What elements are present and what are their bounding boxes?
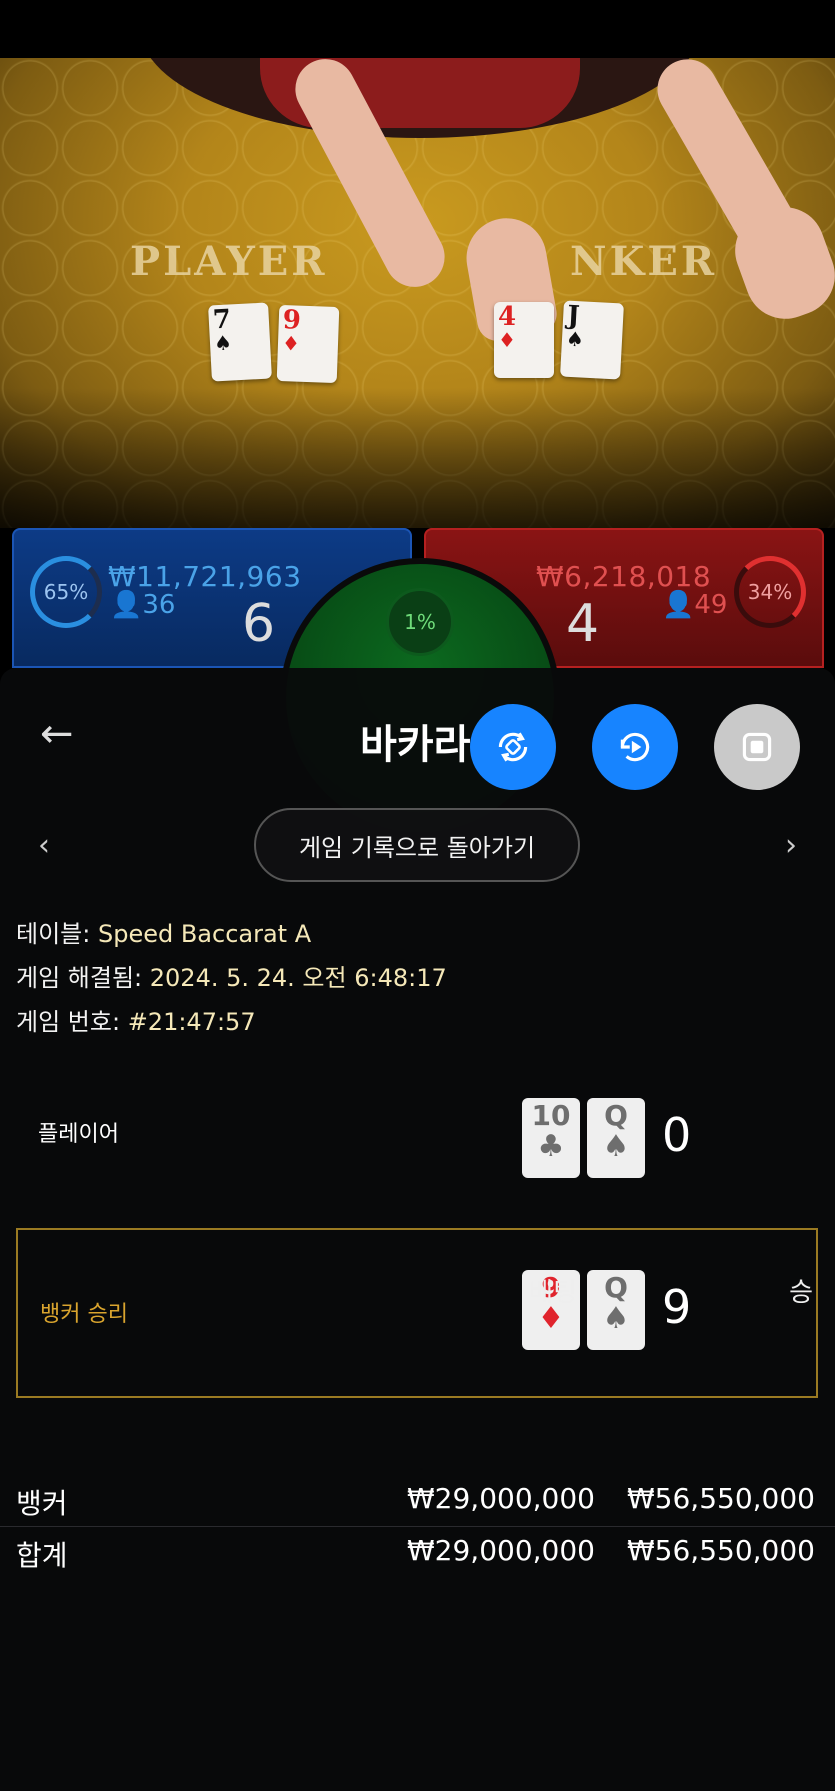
game-number-info: 게임 번호: #21:47:57: [16, 1008, 256, 1036]
player-bettor-count: 👤36: [110, 590, 176, 620]
rotate-icon: [498, 732, 528, 762]
tie-percent: 1%: [386, 588, 454, 656]
video-banker-card-2: J ♠: [560, 300, 624, 380]
bet-row-name: 뱅커: [16, 1487, 68, 1520]
banker-hand-row: 뱅커 승리 9 ♦ Q ♠ 9: [16, 1228, 818, 1398]
resolved-info: 게임 해결됨: 2024. 5. 24. 오전 6:48:17: [16, 964, 447, 992]
banker-percent-ring: 34%: [734, 556, 806, 628]
banker-hand-score: 9: [662, 1280, 692, 1334]
bet-row-win: ₩56,550,000: [626, 1534, 815, 1567]
panel-title: 바카라: [360, 722, 471, 768]
video-player-card-1: 7 ♠: [208, 302, 272, 382]
banker-result-card-2: Q ♠: [587, 1270, 645, 1350]
stop-icon: [742, 732, 772, 762]
player-result-card-1: 10 ♣: [522, 1098, 580, 1178]
banker-score: 4: [566, 594, 600, 654]
player-hand-score: 0: [662, 1108, 692, 1162]
status-bar: [0, 0, 835, 58]
video-fade: [0, 388, 835, 528]
rotate-view-button[interactable]: [470, 704, 556, 790]
chevron-left-icon[interactable]: ‹: [38, 828, 50, 863]
video-banker-card-1: 4 ♦: [494, 302, 554, 378]
bet-row-bet: ₩29,000,000: [406, 1482, 595, 1515]
chevron-right-icon[interactable]: ›: [785, 828, 797, 863]
game-detail-panel: ← 바카라 ‹ 게임 기록으로 돌아가기 › 테이블: Speed Baccar…: [0, 668, 835, 1791]
table-info: 테이블: Speed Baccarat A: [16, 920, 312, 948]
back-to-history-button[interactable]: 게임 기록으로 돌아가기: [254, 808, 580, 882]
video-player-card-2: 9 ♦: [276, 304, 340, 384]
player-result-card-2: Q ♠: [587, 1098, 645, 1178]
back-arrow-icon[interactable]: ←: [40, 712, 84, 756]
person-icon: 👤: [662, 590, 695, 620]
banker-table-label: NKER: [570, 238, 718, 285]
player-total-amount: ₩11,721,963: [108, 560, 302, 593]
replay-button[interactable]: [592, 704, 678, 790]
bet-row-name: 합계: [16, 1539, 68, 1572]
player-hand-row: 플레이어 10 ♣ Q ♠ 0: [16, 1098, 818, 1208]
banker-win-label: 뱅커 승리: [40, 1302, 128, 1327]
stop-button[interactable]: [714, 704, 800, 790]
row-divider: [0, 1526, 835, 1527]
banker-total-amount: ₩6,218,018: [536, 560, 712, 593]
replay-icon: [620, 732, 650, 762]
banker-bettor-count: 👤49: [662, 590, 728, 620]
player-percent-ring: 65%: [30, 556, 102, 628]
win-column-header: 승: [789, 1278, 813, 1308]
player-table-label: PLAYER: [130, 238, 328, 285]
bet-row-bet: ₩29,000,000: [406, 1534, 595, 1567]
bet-row-win: ₩56,550,000: [626, 1482, 815, 1515]
player-score: 6: [242, 594, 276, 654]
live-video: PLAYER NKER 7 ♠ 9 ♦ 4 ♦ J ♠: [0, 58, 835, 528]
person-icon: 👤: [110, 590, 143, 620]
bet-column-header: 베팅: [529, 1278, 577, 1308]
player-hand-label: 플레이어: [38, 1122, 119, 1147]
